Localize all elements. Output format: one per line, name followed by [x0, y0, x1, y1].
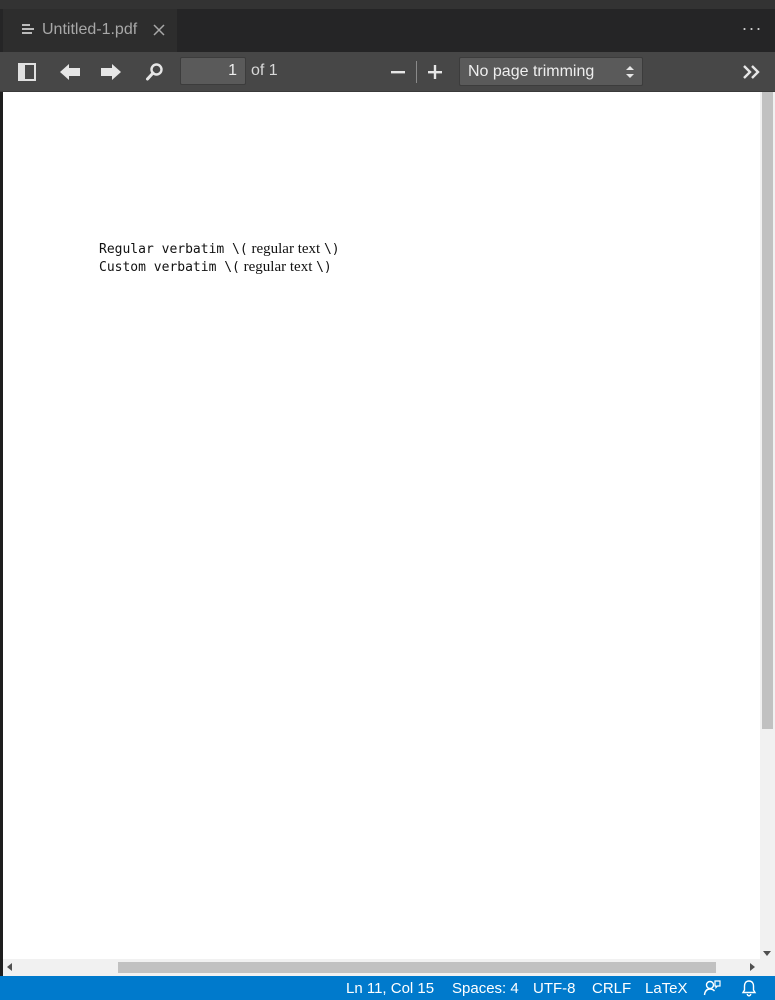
arrow-left-icon	[60, 64, 80, 80]
previous-page-button[interactable]	[57, 60, 83, 84]
sidebar-toggle-icon	[18, 63, 36, 81]
sidebar-toggle-button[interactable]	[14, 60, 40, 84]
status-bar: Ln 11, Col 15 Spaces: 4 UTF-8 CRLF LaTeX	[0, 976, 775, 1000]
scroll-right-icon[interactable]	[750, 963, 755, 971]
file-encoding[interactable]: UTF-8	[533, 980, 576, 997]
next-page-button[interactable]	[98, 60, 124, 84]
bell-icon[interactable]	[740, 979, 758, 997]
minus-icon	[391, 71, 405, 74]
tab-bar: Untitled-1.pdf ···	[0, 9, 775, 52]
zoom-out-button[interactable]	[385, 60, 411, 84]
more-actions-icon[interactable]: ···	[741, 19, 763, 41]
feedback-icon[interactable]	[703, 979, 721, 997]
verbatim-close: \)	[323, 242, 340, 257]
page-trimming-value: No page trimming	[468, 63, 595, 80]
close-icon[interactable]	[151, 22, 167, 38]
vertical-scrollbar-thumb[interactable]	[762, 92, 773, 729]
arrow-right-icon	[101, 64, 121, 80]
zoom-in-button[interactable]	[422, 60, 448, 84]
file-lines-icon	[22, 24, 34, 36]
cursor-position[interactable]: Ln 11, Col 15	[346, 980, 434, 997]
find-button[interactable]	[142, 60, 168, 84]
verbatim-text: Custom verbatim \(	[99, 260, 240, 275]
select-arrows-icon	[626, 66, 634, 78]
end-of-line[interactable]: CRLF	[592, 980, 631, 997]
double-chevron-right-icon	[743, 65, 760, 79]
tab-label: Untitled-1.pdf	[42, 21, 138, 38]
document-line-2: Custom verbatim \( regular text \)	[99, 258, 332, 276]
verbatim-close: \)	[316, 260, 332, 275]
plus-icon	[428, 65, 442, 79]
verbatim-text: Regular verbatim \(	[99, 242, 248, 257]
search-icon	[146, 63, 163, 81]
toolbar-separator	[416, 61, 417, 83]
regular-text: regular text	[239, 259, 317, 275]
tab-untitled-pdf[interactable]: Untitled-1.pdf	[3, 9, 177, 52]
language-mode[interactable]: LaTeX	[645, 980, 688, 997]
pdf-page: Regular verbatim \( regular text \) Cust…	[3, 92, 760, 959]
document-line-1: Regular verbatim \( regular text \)	[99, 240, 340, 258]
page-trimming-select[interactable]: No page trimming	[459, 57, 643, 86]
page-number-input[interactable]: 1	[180, 57, 246, 85]
regular-text: regular text	[247, 241, 324, 257]
scroll-left-icon[interactable]	[7, 963, 12, 971]
horizontal-scrollbar-thumb[interactable]	[118, 962, 716, 973]
page-count-label: of 1	[251, 62, 278, 79]
indentation-setting[interactable]: Spaces: 4	[452, 980, 519, 997]
pdf-toolbar: 1 of 1 No page trimming	[0, 52, 775, 92]
window-top-strip	[0, 0, 775, 9]
scroll-down-icon[interactable]	[763, 951, 771, 956]
vertical-scrollbar[interactable]	[760, 92, 775, 959]
tools-menu-button[interactable]	[739, 60, 765, 84]
horizontal-scrollbar[interactable]	[3, 959, 775, 976]
